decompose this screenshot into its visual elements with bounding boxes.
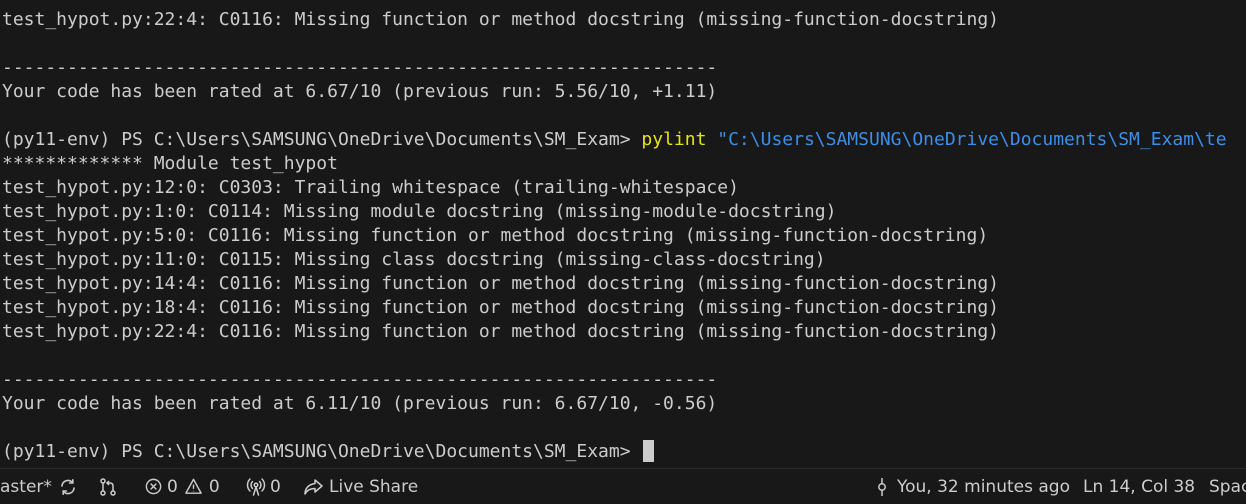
status-bar: aster* 0 0 0 Live Share You, 32 minutes … — [0, 468, 1246, 504]
indentation-label: Spac — [1209, 476, 1246, 497]
terminal-output-line: test_hypot.py:1:0: C0114: Missing module… — [2, 201, 837, 222]
terminal-module-header: ************* Module test_hypot — [2, 153, 338, 174]
terminal-output-line: test_hypot.py:14:4: C0116: Missing funct… — [2, 273, 999, 294]
terminal-output-line: test_hypot.py:11:0: C0115: Missing class… — [2, 249, 826, 270]
git-compare-status[interactable] — [98, 469, 118, 504]
terminal-output-line: test_hypot.py:22:4: C0116: Missing funct… — [2, 321, 999, 342]
blame-text: You, 32 minutes ago — [897, 476, 1070, 497]
broadcast-icon — [246, 477, 266, 497]
terminal-rating-line: Your code has been rated at 6.11/10 (pre… — [2, 393, 718, 414]
terminal-cursor — [643, 440, 655, 462]
terminal-separator-line: ----------------------------------------… — [2, 57, 718, 78]
terminal-prompt: (py11-env) PS C:\Users\SAMSUNG\OneDrive\… — [2, 129, 642, 150]
terminal-panel[interactable]: test_hypot.py:22:4: C0116: Missing funct… — [0, 0, 1246, 468]
terminal-command: pylint — [641, 129, 707, 150]
ports-count: 0 — [270, 476, 281, 497]
branch-status[interactable]: aster* — [0, 469, 78, 504]
terminal-output-line: test_hypot.py:22:4: C0116: Missing funct… — [2, 9, 999, 30]
warning-count: 0 — [208, 476, 220, 497]
git-compare-icon — [98, 477, 118, 497]
error-count: 0 — [167, 476, 178, 497]
warning-icon — [184, 477, 203, 496]
terminal-prompt: (py11-env) PS C:\Users\SAMSUNG\OneDrive\… — [2, 441, 642, 462]
live-share-button[interactable]: Live Share — [303, 469, 418, 504]
terminal-rating-line: Your code has been rated at 6.67/10 (pre… — [2, 81, 718, 102]
error-icon — [144, 477, 163, 496]
terminal-input-line[interactable]: (py11-env) PS C:\Users\SAMSUNG\OneDrive\… — [2, 440, 655, 464]
terminal-output-line: test_hypot.py:12:0: C0303: Trailing whit… — [2, 177, 739, 198]
problems-status[interactable]: 0 0 — [144, 469, 220, 504]
live-share-label: Live Share — [329, 476, 419, 497]
ports-status[interactable]: 0 — [246, 469, 281, 504]
git-commit-icon — [874, 477, 890, 497]
terminal-separator-line: ----------------------------------------… — [2, 369, 718, 390]
indentation-status[interactable]: Spac — [1209, 469, 1246, 504]
terminal-output-line: test_hypot.py:18:4: C0116: Missing funct… — [2, 297, 999, 318]
live-share-icon — [303, 477, 324, 497]
terminal-command-argument: "C:\Users\SAMSUNG\OneDrive\Documents\SM_… — [706, 129, 1227, 150]
terminal-output-line: test_hypot.py:5:0: C0116: Missing functi… — [2, 225, 989, 246]
branch-name: aster* — [0, 476, 52, 497]
terminal-command-line: (py11-env) PS C:\Users\SAMSUNG\OneDrive\… — [2, 128, 1227, 152]
cursor-position-label: Ln 14, Col 38 — [1083, 476, 1196, 497]
git-blame-status[interactable]: You, 32 minutes ago — [874, 469, 1070, 504]
cursor-position-status[interactable]: Ln 14, Col 38 — [1083, 469, 1195, 504]
sync-icon — [58, 477, 78, 497]
